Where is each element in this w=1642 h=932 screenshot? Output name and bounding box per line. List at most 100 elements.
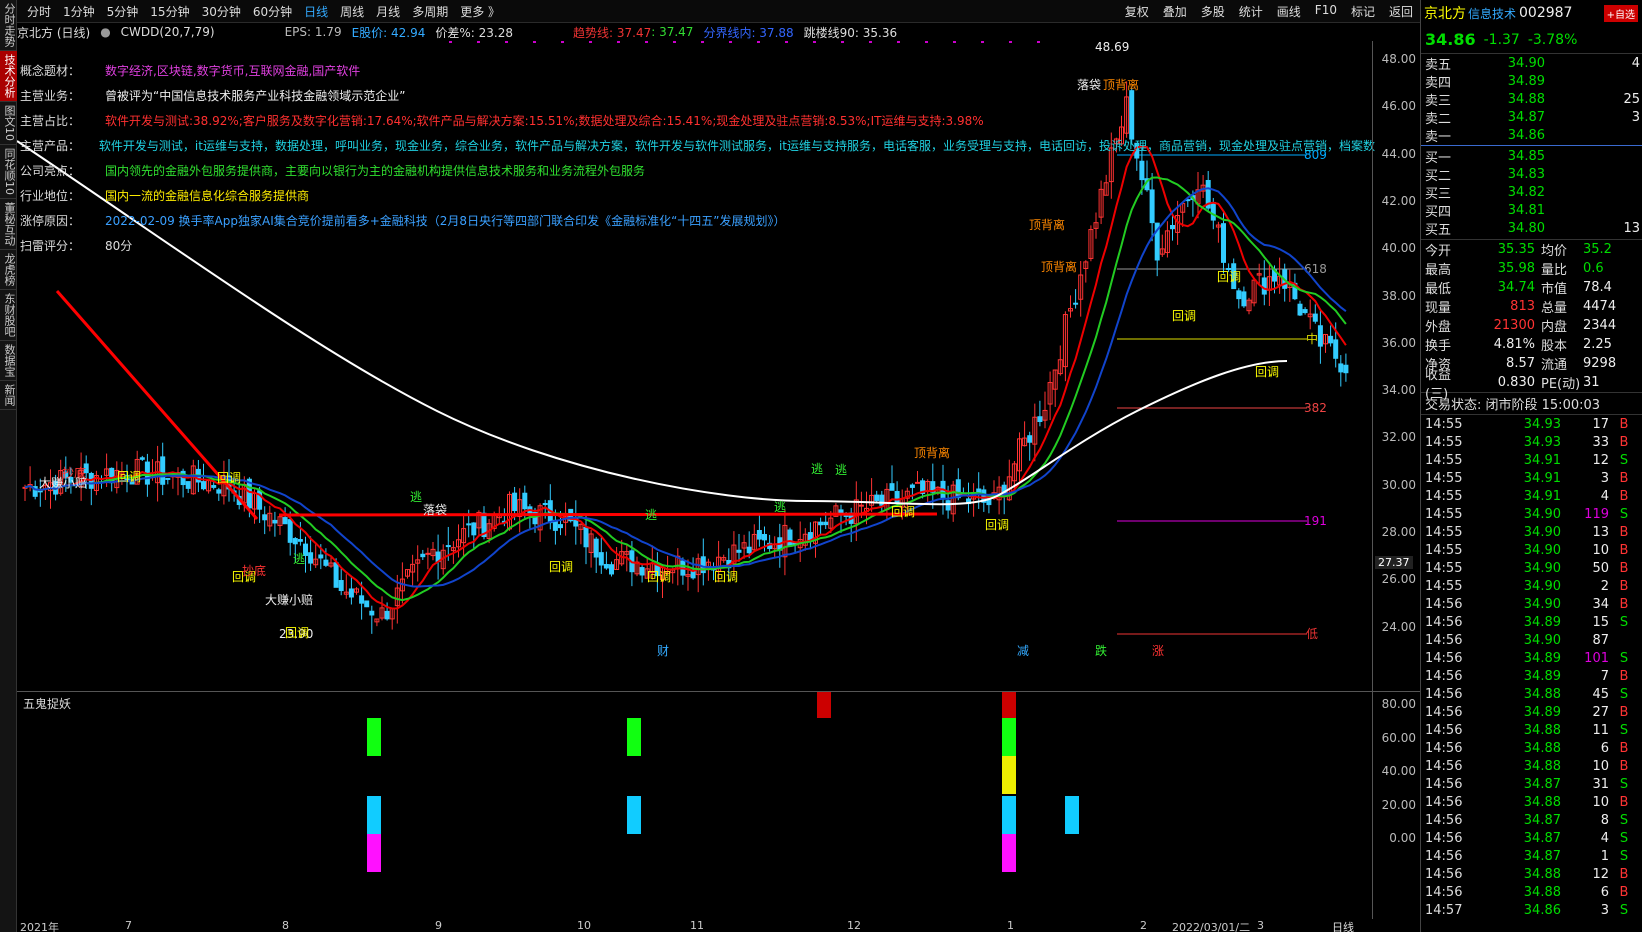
period-tab[interactable]: 60分钟	[247, 3, 298, 20]
period-tab[interactable]: 日线	[298, 3, 334, 20]
signal-dot	[505, 41, 508, 43]
candle-body	[542, 503, 548, 506]
signal-bar	[367, 834, 381, 872]
period-tab[interactable]: 周线	[334, 3, 370, 20]
tick-volume: 101	[1584, 650, 1609, 666]
toolbar-button[interactable]: 多股	[1194, 3, 1232, 20]
side-tab[interactable]: 数据宝	[0, 341, 17, 381]
stat-label: 今开	[1425, 244, 1452, 259]
stat-row: 现量 813 总量 4474	[1421, 297, 1642, 316]
candle-body	[955, 479, 961, 499]
tick-volume: 10	[1592, 794, 1609, 810]
period-tab[interactable]: 多周期	[406, 3, 454, 20]
period-tab[interactable]: 1分钟	[57, 3, 101, 20]
book-volume: 25	[1623, 91, 1640, 107]
tick-volume: 15	[1592, 614, 1609, 630]
tick-time: 14:55	[1425, 452, 1463, 468]
stat-label: 流通	[1541, 358, 1568, 373]
pullback-label: 回调	[117, 470, 141, 484]
signal-dot	[617, 41, 620, 43]
tick-list[interactable]: 14:55 34.93 17 B 14:55 34.93 33 B 14:55 34.91 12 S 1…	[1421, 414, 1642, 919]
tick-price: 34.86	[1523, 902, 1561, 918]
toolbar-button[interactable]: 统计	[1232, 3, 1270, 20]
tick-volume: 13	[1592, 524, 1609, 540]
period-tab[interactable]: 5分钟	[101, 3, 145, 20]
candle-body	[262, 514, 268, 521]
high-price-label: 48.69	[1095, 41, 1129, 54]
candle-body	[445, 545, 451, 548]
indicator-name[interactable]: CWDD(20,7,79)	[121, 25, 215, 39]
candle-body	[593, 538, 599, 558]
stock-code: 002987	[1519, 5, 1573, 21]
period-tab[interactable]: 分时	[21, 3, 57, 20]
side-tab[interactable]: 龙虎榜	[0, 250, 17, 290]
tick-row: 14:55 34.90 10 B	[1421, 541, 1642, 559]
candle-body	[185, 481, 191, 489]
chart-info-bar: 京北方 (日线) ● CWDD(20,7,79) EPS: 1.79 E股价: …	[17, 23, 1372, 41]
stat-label: 现量	[1425, 301, 1452, 316]
candle-body	[818, 521, 824, 526]
candle-body	[1302, 309, 1308, 314]
candle-body	[318, 554, 324, 559]
signal-dot	[729, 41, 732, 43]
book-price: 34.86	[1507, 127, 1545, 143]
side-tab[interactable]: 同花顺10	[0, 145, 17, 199]
tick-volume: 1	[1600, 848, 1609, 864]
signal-dot	[841, 41, 844, 43]
tick-side: B	[1619, 740, 1629, 756]
stock-name: 京北方	[1424, 6, 1466, 22]
period-tab[interactable]: 月线	[370, 3, 406, 20]
tick-side: S	[1619, 614, 1629, 630]
side-tab[interactable]: 东财股吧	[0, 290, 17, 341]
toolbar-button[interactable]: 复权	[1118, 3, 1156, 20]
quote-panel: 京北方 信息技术 002987 +自选 34.86 -1.37 -3.78% 卖…	[1420, 0, 1642, 932]
escape-label: 逃	[835, 463, 847, 477]
period-tab[interactable]: 15分钟	[144, 3, 195, 20]
price-axis: 48.00 46.00 44.00 42.00 40.00 38.00 36.00 34.00…	[1372, 41, 1420, 691]
candle-body	[471, 522, 477, 536]
side-tab[interactable]: 图文10	[0, 102, 17, 145]
settings-icon[interactable]: ●	[100, 25, 110, 39]
tick-price: 34.87	[1523, 812, 1561, 828]
period-indicator: 日线	[1332, 921, 1354, 932]
toolbar-button[interactable]: 返回	[1382, 3, 1420, 20]
support-arrow	[278, 512, 938, 517]
candle-body	[287, 519, 293, 543]
tick-volume: 10	[1592, 542, 1609, 558]
period-tab[interactable]: 30分钟	[196, 3, 247, 20]
toolbar-button[interactable]: 标记	[1344, 3, 1382, 20]
side-tab[interactable]: 技术分析	[0, 51, 17, 102]
book-row: 买一 34.85	[1421, 147, 1642, 166]
tick-time: 14:55	[1425, 506, 1463, 522]
side-tab[interactable]: 董秘互动	[0, 199, 17, 250]
stat-label: 均价	[1541, 244, 1568, 259]
add-watchlist-button[interactable]: +自选	[1603, 4, 1638, 22]
tick-row: 14:56 34.88 12 B	[1421, 865, 1642, 883]
period-tab[interactable]: 更多 》	[454, 3, 506, 20]
candle-body	[308, 552, 314, 564]
toolbar-button[interactable]: 叠加	[1156, 3, 1194, 20]
stat-label: 市值	[1541, 282, 1568, 297]
stat-label: PE(动)	[1541, 377, 1581, 392]
tick-side: S	[1619, 722, 1629, 738]
y-tick-label: 44.00	[1381, 146, 1416, 161]
signal-bar	[817, 680, 831, 718]
side-tab[interactable]: 新闻	[0, 381, 17, 410]
book-volume: 13	[1623, 220, 1640, 236]
tick-row: 14:56 34.88 11 S	[1421, 721, 1642, 739]
candle-body	[139, 457, 145, 460]
toolbar-button[interactable]: F10	[1308, 3, 1344, 20]
toolbar-button[interactable]: 画线	[1270, 3, 1308, 20]
tick-price: 34.87	[1523, 830, 1561, 846]
signal-dot	[981, 41, 984, 43]
side-tab[interactable]: 分时走势	[0, 0, 17, 51]
signal-dot	[1037, 41, 1040, 43]
tick-volume: 31	[1592, 776, 1609, 792]
tick-row: 14:55 34.93 33 B	[1421, 433, 1642, 451]
candle-body	[1236, 290, 1242, 300]
stat-value: 31	[1583, 375, 1600, 390]
book-price: 34.81	[1507, 202, 1545, 218]
pullback-label: 回调	[1217, 270, 1241, 284]
stat-value: 35.98	[1497, 261, 1535, 276]
tick-price: 34.90	[1523, 596, 1561, 612]
